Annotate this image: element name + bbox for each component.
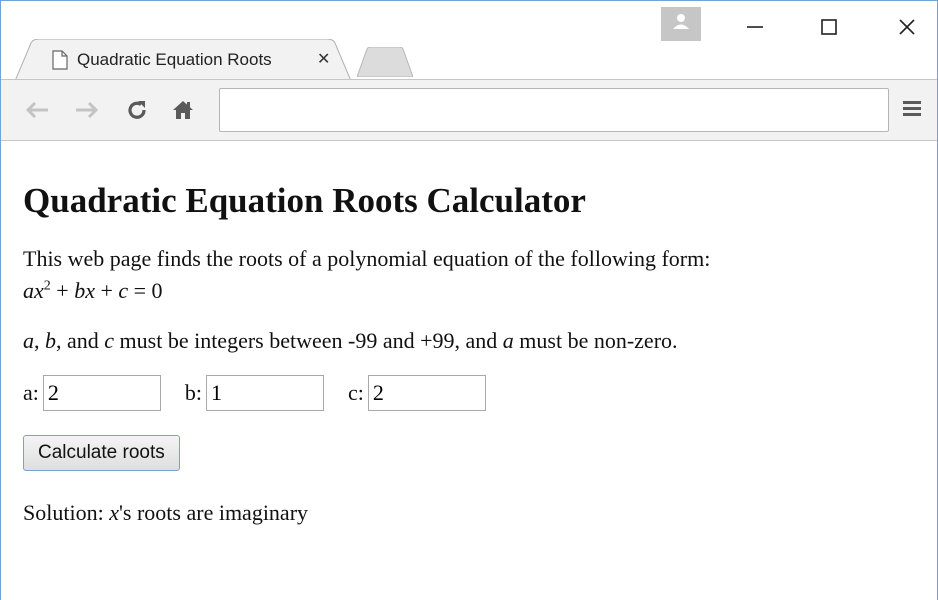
solution-text: Solution: x's roots are imaginary — [23, 497, 923, 529]
window-close-icon — [899, 19, 915, 35]
label-c: c: — [348, 380, 364, 405]
minimize-icon — [747, 26, 763, 28]
coefficient-inputs: a: b: c: — [23, 375, 923, 411]
eq-plus1: + — [50, 278, 75, 303]
solution-result: 's roots are imaginary — [118, 500, 309, 525]
maximize-button[interactable] — [799, 7, 859, 47]
label-b: b: — [184, 380, 203, 405]
page-icon — [52, 50, 68, 70]
coefficient-b-input[interactable] — [206, 375, 325, 411]
back-button[interactable] — [23, 96, 51, 124]
intro-text: This web page finds the roots of a polyn… — [23, 246, 711, 271]
tab-title: Quadratic Equation Roots — [77, 50, 272, 69]
constraints-paragraph: a, b, and c must be integers between -99… — [23, 325, 923, 357]
intro-paragraph: This web page finds the roots of a polyn… — [23, 243, 923, 307]
cond-end: must be non-zero. — [513, 328, 678, 353]
address-bar[interactable] — [219, 88, 889, 132]
new-tab-button[interactable] — [357, 47, 413, 77]
cond-b: b — [45, 328, 56, 353]
reload-icon — [128, 101, 146, 119]
forward-arrow-icon — [76, 101, 99, 119]
page-title: Quadratic Equation Roots Calculator — [23, 181, 586, 220]
browser-window: Quadratic Equation Roots ✕ Quadratic Equ… — [0, 0, 938, 600]
menu-icon[interactable] — [903, 98, 923, 122]
home-button[interactable] — [169, 96, 197, 124]
browser-toolbar — [1, 79, 937, 141]
eq-plus2: + — [94, 278, 119, 303]
solution-var: x — [109, 500, 119, 525]
eq-exponent: 2 — [43, 278, 51, 294]
cond-sep1: , — [34, 328, 45, 353]
title-bar: Quadratic Equation Roots ✕ — [1, 1, 937, 81]
home-icon — [173, 101, 193, 119]
forward-button[interactable] — [73, 96, 101, 124]
label-a: a: — [23, 380, 39, 405]
cond-c: c — [104, 328, 115, 353]
solution-prefix: Solution: — [23, 500, 110, 525]
profile-icon — [673, 14, 689, 29]
eq-a-term: ax — [23, 278, 44, 303]
minimize-button[interactable] — [725, 7, 785, 47]
eq-b-term: bx — [74, 278, 95, 303]
equation: ax2 + bx + c = 0 — [23, 278, 163, 303]
cond-a2: a — [502, 328, 514, 353]
maximize-icon — [821, 19, 837, 35]
eq-equals: = 0 — [128, 278, 163, 303]
page-content: Quadratic Equation Roots Calculator This… — [23, 141, 923, 529]
profile-button[interactable] — [661, 7, 701, 41]
eq-c-term: c — [118, 278, 129, 303]
tab-label-group: Quadratic Equation Roots — [51, 47, 303, 73]
reload-button[interactable] — [123, 96, 151, 124]
window-close-button[interactable] — [877, 7, 937, 47]
cond-a: a — [23, 328, 34, 353]
close-icon[interactable]: ✕ — [317, 49, 330, 68]
calculate-roots-button[interactable]: Calculate roots — [23, 435, 180, 471]
coefficient-a-input[interactable] — [42, 375, 161, 411]
cond-sep2: , and — [56, 328, 105, 353]
coefficient-c-input[interactable] — [367, 375, 486, 411]
cond-mid: must be integers between -99 and +99, an… — [114, 328, 503, 353]
back-arrow-icon — [25, 101, 48, 119]
